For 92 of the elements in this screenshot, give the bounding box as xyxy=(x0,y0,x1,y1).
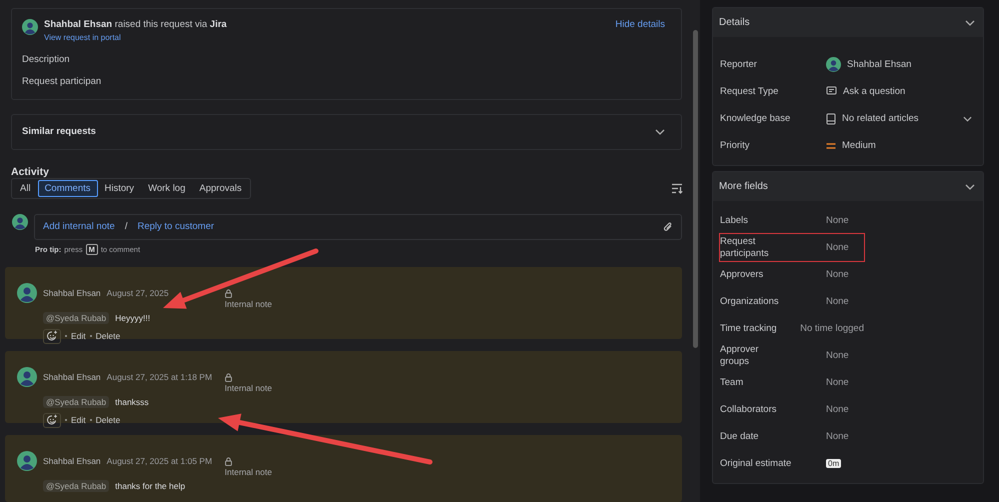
separator-dot-icon xyxy=(90,335,92,338)
lock-icon xyxy=(224,288,232,298)
visibility-label: Internal note xyxy=(224,298,272,309)
comment-author: Shahbal Ehsan xyxy=(43,372,101,382)
hide-details-link[interactable]: Hide details xyxy=(615,19,665,30)
comment-text: thanks for the help xyxy=(115,480,186,491)
request-summary: Shahbal Ehsan raised this request via Jira xyxy=(44,19,228,30)
field-label: Priority xyxy=(720,140,751,151)
separator-dot-icon xyxy=(65,335,67,338)
field-value: None xyxy=(826,404,849,415)
separator-text: / xyxy=(124,221,128,232)
sort-icon[interactable] xyxy=(671,182,683,194)
visibility-label: Internal note xyxy=(224,382,272,393)
avatar-icon xyxy=(22,19,38,35)
add-reaction-button[interactable] xyxy=(43,328,61,344)
similar-requests-panel[interactable]: Similar requests xyxy=(11,114,682,150)
field-value: Shahbal Ehsan xyxy=(847,59,912,70)
details-title: Details xyxy=(719,17,750,28)
comment-author: Shahbal Ehsan xyxy=(43,456,101,466)
book-icon xyxy=(826,112,836,124)
field-value: None xyxy=(826,376,849,388)
field-label: Approvers xyxy=(720,268,764,280)
field-value: Medium xyxy=(842,140,876,151)
comment-action-link[interactable]: Delete xyxy=(96,415,120,426)
chevron-icon[interactable] xyxy=(963,116,972,122)
field-label: Time tracking xyxy=(720,322,778,334)
activity-tab[interactable]: Work log xyxy=(141,180,192,197)
avatar-icon xyxy=(17,366,37,387)
field-value: None xyxy=(826,430,849,442)
field-value: None xyxy=(826,242,849,253)
more-fields-header[interactable]: More fields xyxy=(713,172,983,201)
add-reaction-button[interactable] xyxy=(43,412,61,428)
reply-link[interactable]: Reply to customer xyxy=(137,221,214,232)
field-label: Original estimate xyxy=(720,458,792,470)
field-value: None xyxy=(826,296,849,307)
comment-time: August 27, 2025 at 1:18 PM xyxy=(106,372,214,382)
comment-text: Heyyyy!!! xyxy=(115,312,150,323)
field-value: Ask a question xyxy=(843,86,906,97)
comment-time: August 27, 2025 at 1:05 PM xyxy=(106,456,214,466)
attachment-icon[interactable] xyxy=(663,220,673,233)
field-label: Due date xyxy=(720,430,760,442)
priority-icon xyxy=(826,142,836,148)
details-header[interactable]: Details xyxy=(713,8,983,37)
activity-tab[interactable]: Approvals xyxy=(192,180,249,197)
description-text: Request participan xyxy=(22,76,102,87)
field-value: No time logged xyxy=(800,322,864,334)
comment-author: Shahbal Ehsan xyxy=(43,288,101,298)
estimate-tag: 0m xyxy=(826,458,842,468)
activity-tab[interactable]: History xyxy=(98,180,142,197)
more-fields-title: More fields xyxy=(719,181,768,192)
avatar-icon xyxy=(12,214,28,230)
field-label: Reporter xyxy=(720,59,758,70)
separator-dot-icon xyxy=(65,419,67,422)
chat-icon xyxy=(826,86,837,97)
chevron-icon xyxy=(965,184,975,190)
lock-icon xyxy=(224,456,232,466)
activity-title: Activity xyxy=(11,166,50,178)
field-value: None xyxy=(826,268,849,280)
comment-action-link[interactable]: Edit xyxy=(71,331,86,342)
field-label: Collaborators xyxy=(720,404,778,416)
field-label: Request Type xyxy=(720,86,780,97)
portal-link[interactable]: View request in portal xyxy=(44,33,610,42)
chevron-icon xyxy=(965,20,975,26)
activity-tab[interactable]: All xyxy=(13,180,38,197)
mention-tag[interactable]: @Syeda Rubab xyxy=(43,312,110,324)
field-value: None xyxy=(826,350,849,361)
comment-action-link[interactable]: Edit xyxy=(71,415,86,426)
avatar-icon xyxy=(17,282,37,303)
similar-requests-title: Similar requests xyxy=(22,126,96,138)
internal-note-link[interactable]: Add internal note xyxy=(43,221,115,232)
lock-icon xyxy=(224,372,232,382)
description-label: Description xyxy=(22,54,71,65)
comment-field[interactable]: Add internal note / Reply to customer xyxy=(34,214,682,240)
field-label: Team xyxy=(720,376,744,388)
field-value: None xyxy=(826,214,849,226)
field-label: Labels xyxy=(720,214,749,226)
separator-dot-icon xyxy=(90,419,92,422)
mention-tag[interactable]: @Syeda Rubab xyxy=(43,480,110,492)
field-label: Organizations xyxy=(720,296,780,308)
mention-tag[interactable]: @Syeda Rubab xyxy=(43,396,110,408)
comment-text: thanksss xyxy=(115,396,149,407)
comment-time: August 27, 2025 xyxy=(106,288,170,298)
field-value: No related articles xyxy=(842,113,919,124)
field-label: Request participants xyxy=(720,236,770,259)
field-label: Approver groups xyxy=(720,344,760,367)
avatar-icon xyxy=(826,57,841,72)
field-label: Knowledge base xyxy=(720,113,792,124)
avatar-icon xyxy=(17,450,37,471)
activity-tab[interactable]: Comments xyxy=(38,180,98,197)
comment-action-link[interactable]: Delete xyxy=(96,331,120,342)
visibility-label: Internal note xyxy=(224,466,272,477)
chevron-icon xyxy=(655,128,665,135)
